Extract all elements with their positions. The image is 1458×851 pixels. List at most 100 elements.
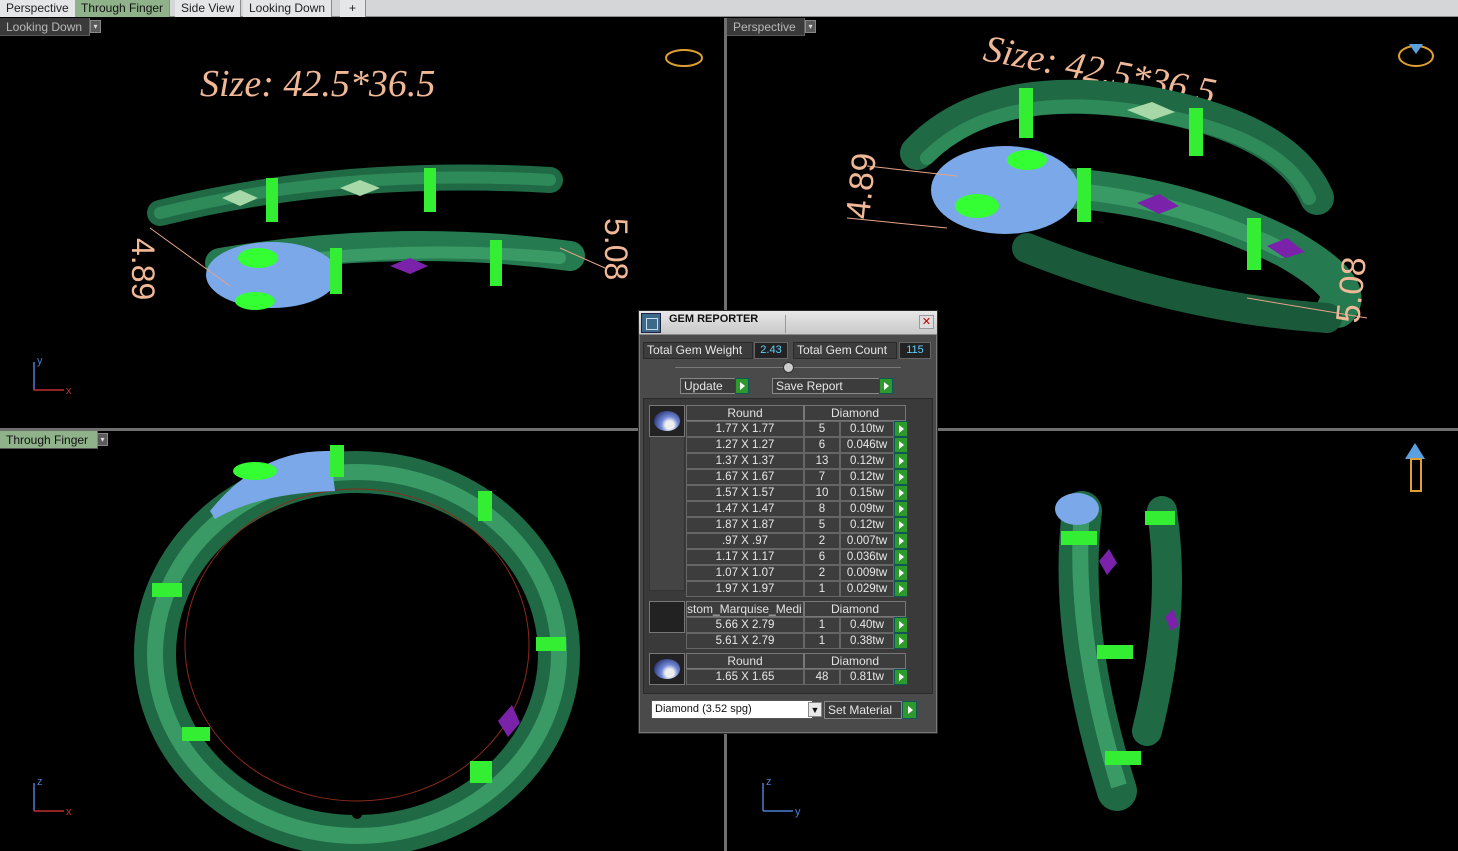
gem-size-cell: 1.17 X 1.17	[686, 549, 804, 565]
gem-weight-cell: 0.10tw	[840, 421, 894, 437]
total-gem-weight-value: 2.43	[754, 342, 788, 359]
gem-weight-cell: 0.029tw	[840, 581, 894, 597]
select-gems-arrow-icon[interactable]	[894, 501, 908, 517]
group-shape-header: Round	[686, 653, 804, 669]
gem-size-cell: 1.27 X 1.27	[686, 437, 804, 453]
axis-x-label: x	[66, 806, 72, 818]
select-gems-arrow-icon[interactable]	[894, 421, 908, 437]
gem-weight-cell: 0.38tw	[840, 633, 894, 649]
viewport-label[interactable]: Looking Down	[0, 18, 90, 36]
gem-size-cell: 5.66 X 2.79	[686, 617, 804, 633]
gem-weight-cell: 0.009tw	[840, 565, 894, 581]
save-report-button[interactable]: Save Report	[772, 378, 880, 394]
gem-count-cell: 7	[804, 469, 840, 485]
round-gem-icon[interactable]	[649, 653, 685, 685]
save-report-arrow-icon[interactable]	[879, 378, 893, 394]
gem-weight-cell: 0.40tw	[840, 617, 894, 633]
select-gems-arrow-icon[interactable]	[894, 453, 908, 469]
dimension-right: 5.08	[598, 218, 634, 280]
title-separator	[785, 315, 786, 333]
view-tab-bar: Perspective Through Finger Side View Loo…	[0, 0, 1458, 17]
gem-weight-cell: 0.036tw	[840, 549, 894, 565]
axis-y-label: y	[37, 355, 43, 367]
material-select[interactable]: Diamond (3.52 spg) ▼	[651, 700, 822, 719]
gem-count-cell: 6	[804, 549, 840, 565]
gem-size-cell: 1.65 X 1.65	[686, 669, 804, 685]
dialog-title: GEM REPORTER	[669, 313, 759, 325]
gem-count-cell: 2	[804, 565, 840, 581]
axis-z-label: z	[37, 776, 43, 788]
gem-count-cell: 1	[804, 633, 840, 649]
ring-render-through-finger: z x	[33, 445, 580, 851]
gem-size-cell: 1.57 X 1.57	[686, 485, 804, 501]
gem-count-cell: 6	[804, 437, 840, 453]
gem-size-cell: .97 X .97	[686, 533, 804, 549]
select-gems-arrow-icon[interactable]	[894, 533, 908, 549]
select-gems-arrow-icon[interactable]	[894, 633, 908, 649]
dimension-right: 5.08	[1329, 255, 1374, 325]
gem-table: Round Diamond stom_Marquise_Medi Diamond…	[643, 398, 933, 694]
select-gems-arrow-icon[interactable]	[894, 485, 908, 501]
chevron-down-icon[interactable]: ▾	[90, 20, 101, 33]
gem-weight-cell: 0.046tw	[840, 437, 894, 453]
group-shape-header: stom_Marquise_Medi	[686, 601, 804, 617]
viewport-label[interactable]: Through Finger	[0, 431, 98, 449]
gem-weight-cell: 0.007tw	[840, 533, 894, 549]
group-shape-header: Round	[686, 405, 804, 421]
gem-size-cell: 1.67 X 1.67	[686, 469, 804, 485]
dialog-title-bar[interactable]: GEM REPORTER ✕	[639, 311, 937, 335]
gem-size-cell: 1.37 X 1.37	[686, 453, 804, 469]
viewport-looking-down[interactable]: Size: 42.5*36.5 4.89 5.08 y x Looking Do…	[0, 18, 724, 428]
add-tab-button[interactable]: +	[340, 0, 366, 17]
gem-weight-cell: 0.12tw	[840, 517, 894, 533]
dimension-left: 4.89	[839, 151, 884, 221]
set-material-arrow-icon[interactable]	[902, 701, 917, 719]
gem-count-cell: 8	[804, 501, 840, 517]
select-gems-arrow-icon[interactable]	[894, 437, 908, 453]
chevron-down-icon[interactable]: ▾	[97, 433, 108, 446]
tab-through-finger[interactable]: Through Finger	[75, 0, 171, 17]
splitter-handle[interactable]	[783, 362, 794, 373]
select-gems-arrow-icon[interactable]	[894, 617, 908, 633]
gem-size-cell: 1.47 X 1.47	[686, 501, 804, 517]
select-gems-arrow-icon[interactable]	[894, 517, 908, 533]
close-icon[interactable]: ✕	[919, 315, 934, 329]
axis-x-label: x	[66, 385, 72, 397]
tab-side-view[interactable]: Side View	[175, 0, 242, 17]
viewport-through-finger[interactable]: z x Through Finger ▾	[0, 431, 724, 851]
select-gems-arrow-icon[interactable]	[894, 469, 908, 485]
tab-looking-down[interactable]: Looking Down	[243, 0, 333, 17]
gem-weight-cell: 0.12tw	[840, 453, 894, 469]
dimension-left: 4.89	[125, 238, 161, 300]
update-arrow-icon[interactable]	[735, 378, 749, 394]
group-material-header: Diamond	[804, 601, 906, 617]
select-gems-arrow-icon[interactable]	[894, 669, 908, 685]
gem-count-cell: 1	[804, 581, 840, 597]
gem-size-cell: 1.77 X 1.77	[686, 421, 804, 437]
chevron-down-icon[interactable]: ▾	[805, 20, 816, 33]
viewport-label[interactable]: Perspective	[727, 18, 805, 36]
gem-count-cell: 1	[804, 617, 840, 633]
gem-reporter-icon	[641, 313, 661, 333]
gem-weight-cell: 0.15tw	[840, 485, 894, 501]
marquise-gem-icon[interactable]	[649, 601, 685, 633]
gem-count-cell: 48	[804, 669, 840, 685]
material-select-value: Diamond (3.52 spg)	[655, 703, 752, 715]
gem-size-cell: 5.61 X 2.79	[686, 633, 804, 649]
total-gem-weight-label: Total Gem Weight	[643, 342, 753, 359]
gem-size-cell: 1.87 X 1.87	[686, 517, 804, 533]
set-material-button[interactable]: Set Material	[824, 701, 902, 719]
chevron-down-icon[interactable]: ▼	[808, 702, 822, 717]
gem-size-cell: 1.97 X 1.97	[686, 581, 804, 597]
gem-count-cell: 13	[804, 453, 840, 469]
update-button[interactable]: Update	[680, 378, 736, 394]
axis-y-label: y	[795, 806, 801, 818]
round-gem-icon[interactable]	[649, 405, 685, 437]
gem-weight-cell: 0.12tw	[840, 469, 894, 485]
gem-count-cell: 5	[804, 517, 840, 533]
select-gems-arrow-icon[interactable]	[894, 549, 908, 565]
group-material-header: Diamond	[804, 405, 906, 421]
select-gems-arrow-icon[interactable]	[894, 565, 908, 581]
tab-perspective[interactable]: Perspective	[0, 0, 76, 17]
select-gems-arrow-icon[interactable]	[894, 581, 908, 597]
